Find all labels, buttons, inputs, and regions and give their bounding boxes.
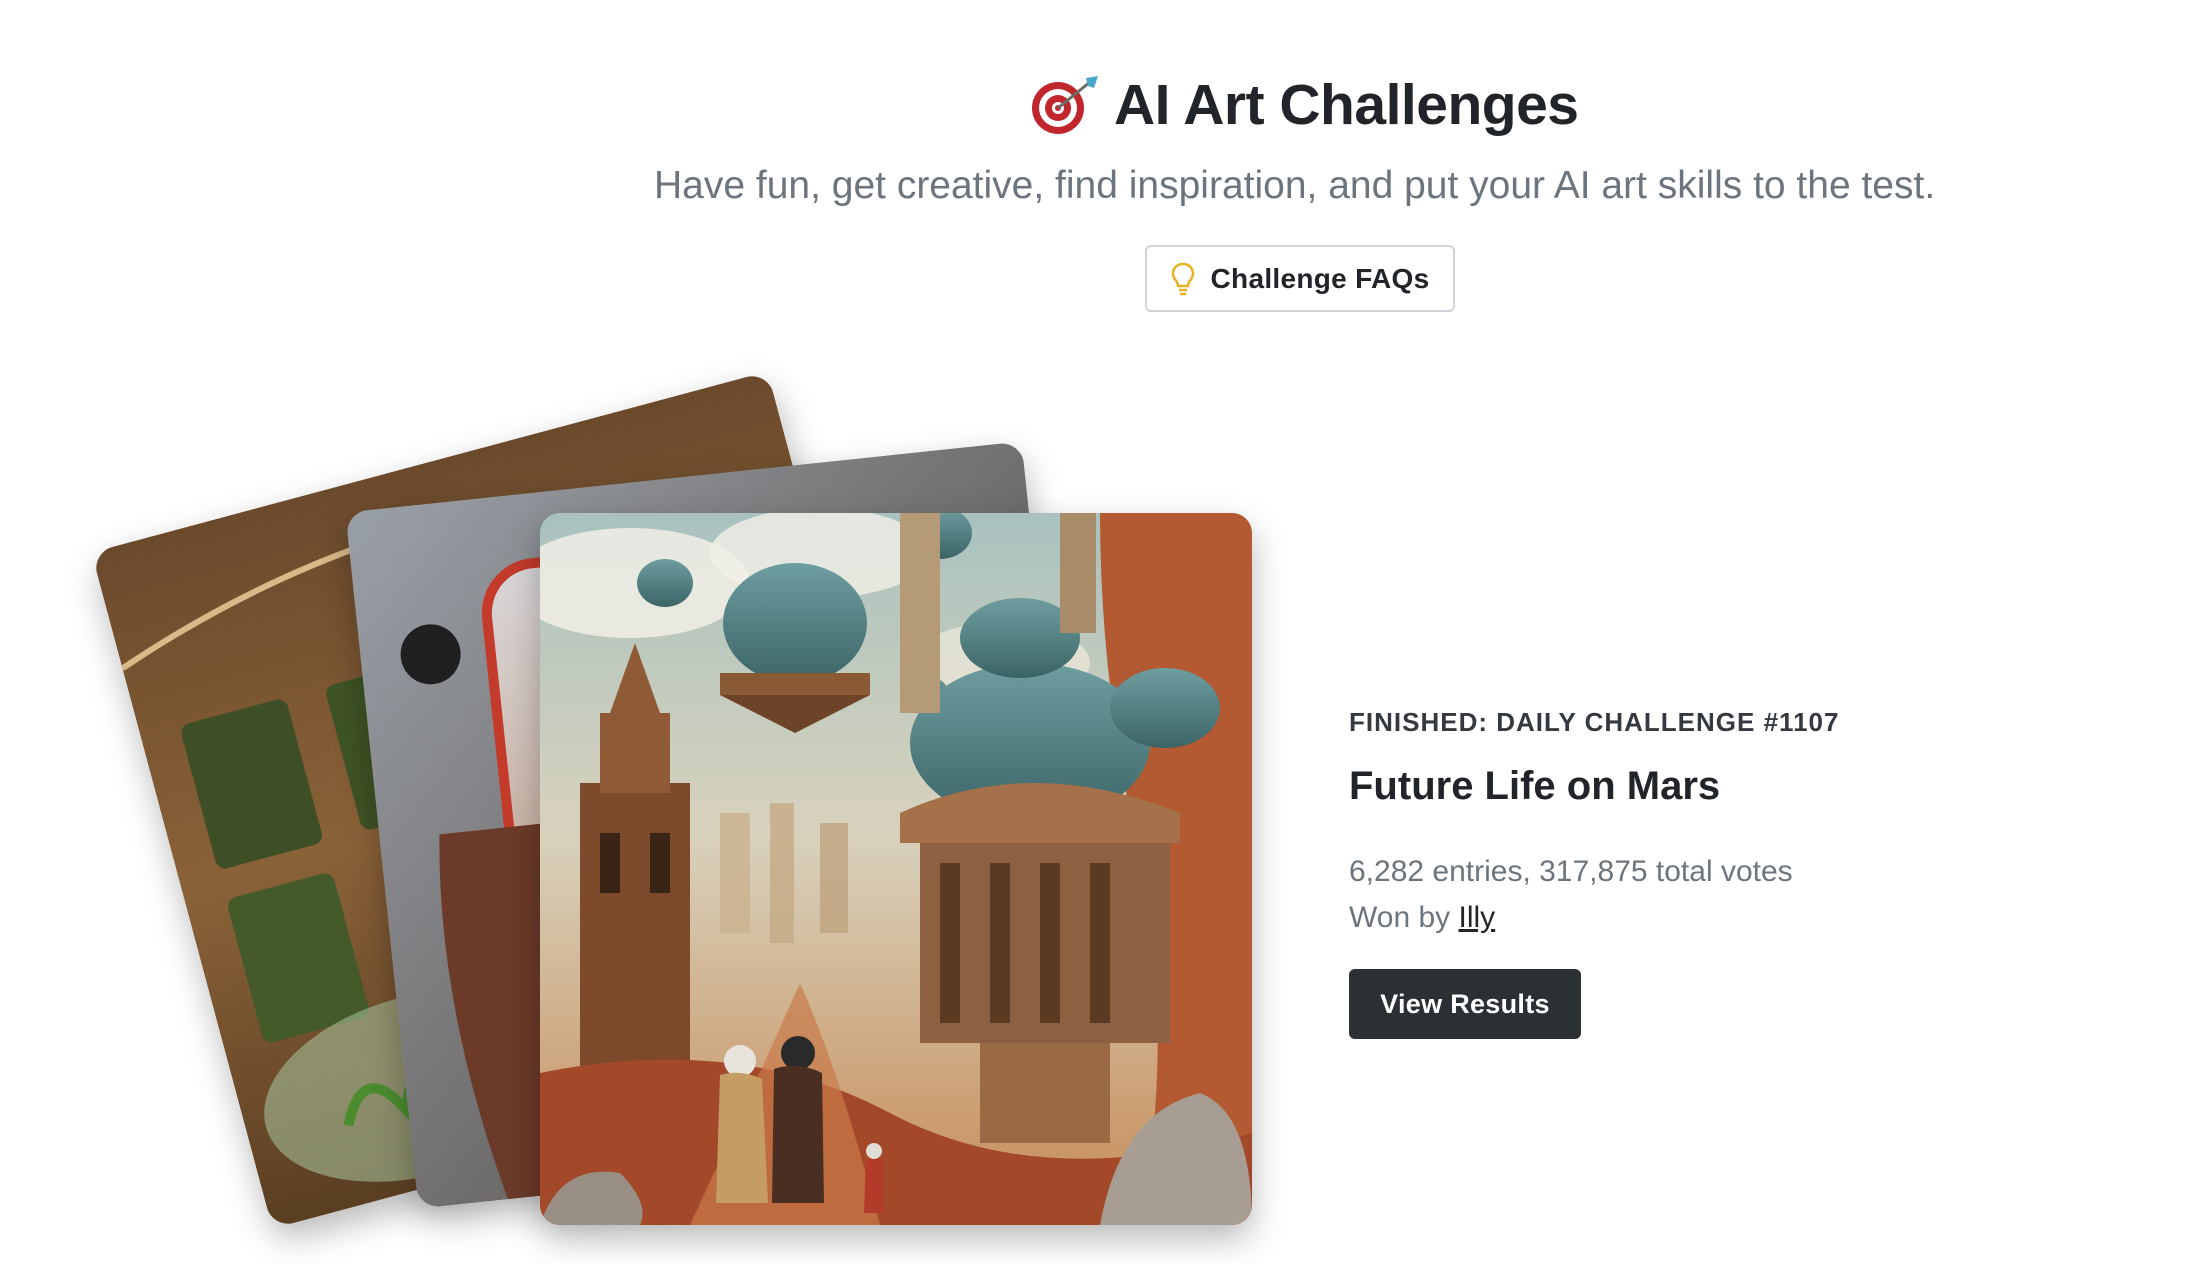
entry-image-mars-city[interactable]	[540, 513, 1252, 1225]
challenge-faqs-label: Challenge FAQs	[1210, 262, 1430, 294]
winner-link[interactable]: Illy	[1459, 901, 1496, 934]
challenge-title: Future Life on Mars	[1349, 764, 1721, 808]
page-title: AI Art Challenges	[1028, 72, 1579, 138]
target-dart-icon	[1028, 74, 1100, 136]
lightbulb-icon	[1171, 262, 1195, 296]
page: AI Art Challenges Have fun, get creative…	[0, 0, 2190, 1264]
won-by-label: Won by	[1349, 901, 1451, 934]
challenge-status-label: FINISHED: DAILY CHALLENGE #1107	[1349, 707, 1840, 737]
challenge-faqs-button[interactable]: Challenge FAQs	[1145, 245, 1455, 312]
challenge-info: FINISHED: DAILY CHALLENGE #1107 Future L…	[1349, 707, 2049, 1039]
view-results-button[interactable]: View Results	[1349, 969, 1581, 1039]
page-subtitle: Have fun, get creative, find inspiration…	[654, 164, 1936, 207]
page-title-text: AI Art Challenges	[1114, 73, 1579, 137]
challenge-winner-line: Won by Illy	[1349, 895, 2049, 941]
challenge-stats: 6,282 entries, 317,875 total votes	[1349, 855, 1793, 888]
